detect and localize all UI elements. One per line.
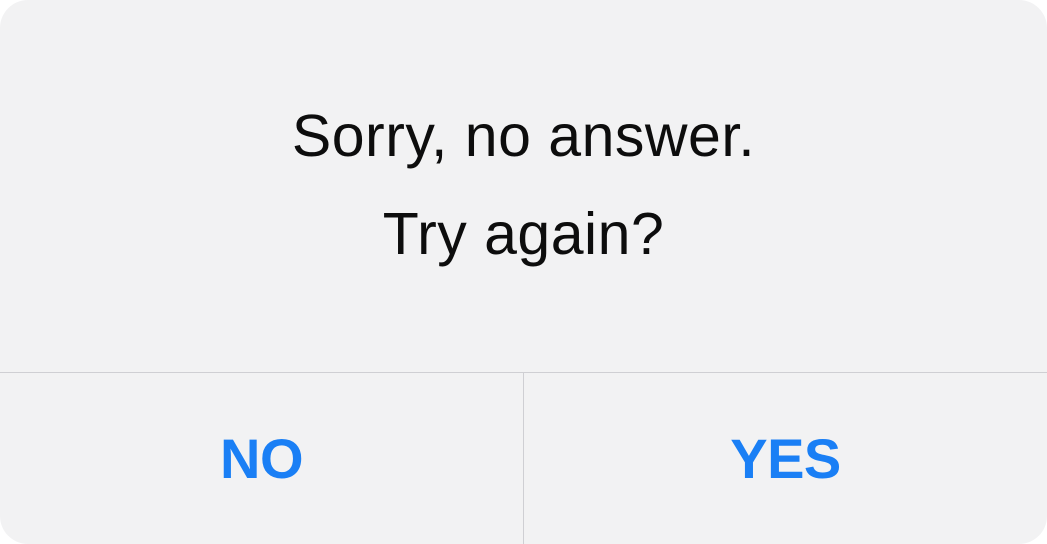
alert-dialog: Sorry, no answer. Try again? NO YES bbox=[0, 0, 1047, 544]
yes-button-label: YES bbox=[730, 427, 841, 490]
yes-button[interactable]: YES bbox=[524, 373, 1047, 544]
alert-message-line-2: Try again? bbox=[382, 201, 665, 267]
alert-message-line-1: Sorry, no answer. bbox=[291, 103, 756, 169]
no-button-label: NO bbox=[220, 427, 304, 490]
no-button[interactable]: NO bbox=[0, 373, 523, 544]
alert-message: Sorry, no answer. Try again? bbox=[0, 0, 1047, 372]
